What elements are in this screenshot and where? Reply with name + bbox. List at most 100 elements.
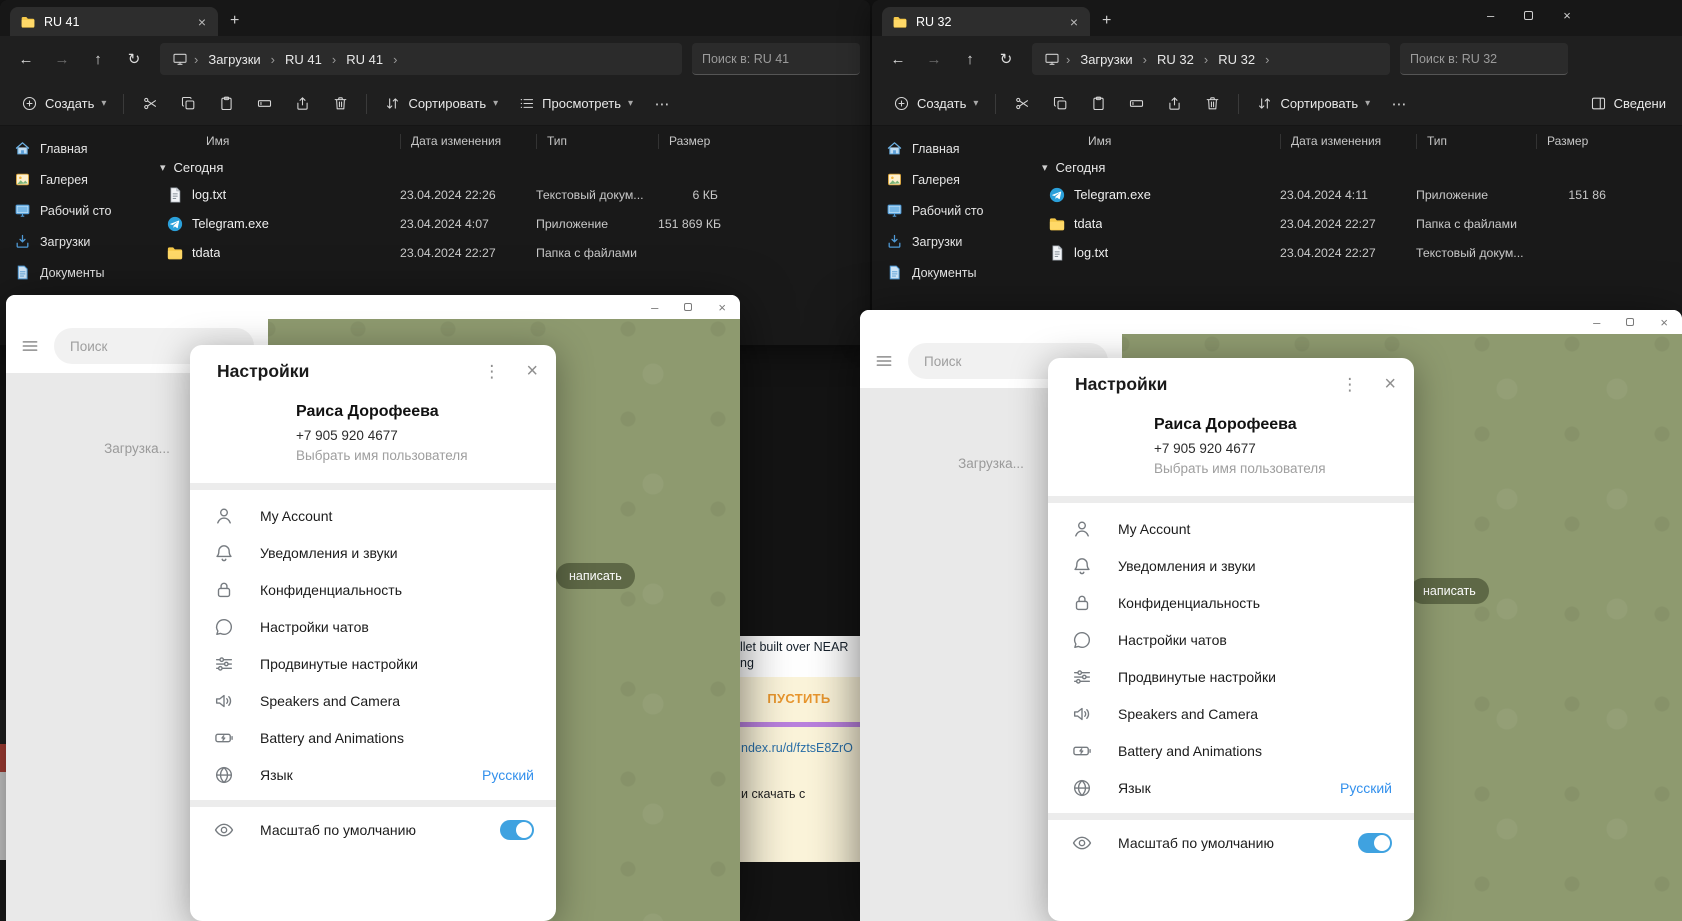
more-menu-icon[interactable] [1337,375,1362,395]
cut-button[interactable] [1004,88,1040,120]
file-row[interactable]: Telegram.exe 23.04.2024 4:07 Приложение … [150,209,870,238]
more-menu-icon[interactable] [479,362,504,382]
up-button[interactable] [954,44,986,74]
paste-button[interactable] [1080,88,1116,120]
explorer-tab[interactable]: RU 32 [882,7,1090,36]
settings-menu-item[interactable]: Язык Русский [1048,769,1414,806]
minimize-button[interactable] [1593,315,1600,330]
back-button[interactable] [10,44,42,74]
refresh-button[interactable] [990,44,1022,74]
group-header-today[interactable]: Сегодня [1032,154,1682,180]
column-header-size[interactable]: Размер [658,134,718,149]
zoom-toggle[interactable] [1358,833,1392,853]
close-icon[interactable] [1384,373,1396,396]
new-tab-button[interactable] [230,12,239,30]
sidebar-item[interactable]: Рабочий сто [6,196,144,225]
column-header-date[interactable]: Дата изменения [1280,134,1416,149]
default-zoom-row[interactable]: Масштаб по умолчанию [190,807,556,853]
back-button[interactable] [882,44,914,74]
maximize-button[interactable] [684,303,692,311]
file-row[interactable]: tdata 23.04.2024 22:27 Папка с файлами [150,238,870,267]
cut-button[interactable] [132,88,168,120]
search-input[interactable]: Поиск в: RU 32 [1400,43,1568,75]
copy-button[interactable] [1042,88,1078,120]
settings-menu-item[interactable]: Speakers and Camera [1048,695,1414,732]
view-button[interactable]: Просмотреть [509,89,642,118]
sidebar-item[interactable]: Галерея [878,165,1026,194]
column-header-name[interactable]: Имя [1032,134,1280,149]
delete-button[interactable] [1194,88,1230,120]
create-button[interactable]: Создать [12,89,115,118]
column-header-type[interactable]: Тип [536,134,658,149]
sidebar-item[interactable]: Документы [6,258,144,287]
column-header-type[interactable]: Тип [1416,134,1536,149]
settings-menu-item[interactable]: Язык Русский [190,756,556,793]
sidebar-item[interactable]: Загрузки [6,227,144,256]
new-tab-button[interactable] [1102,12,1111,30]
share-button[interactable] [1156,88,1192,120]
maximize-button[interactable] [1626,318,1634,326]
settings-menu-item[interactable]: My Account [190,497,556,534]
bot-start-button[interactable]: ПУСТИТЬ [738,691,860,706]
sort-button[interactable]: Сортировать [1247,89,1379,118]
breadcrumb-item[interactable]: RU 41 [342,50,387,69]
delete-button[interactable] [322,88,358,120]
settings-menu-item[interactable]: Конфиденциальность [1048,584,1414,621]
paste-button[interactable] [208,88,244,120]
up-button[interactable] [82,44,114,74]
column-header-date[interactable]: Дата изменения [400,134,536,149]
address-bar[interactable]: Загрузки RU 41 RU 41 [160,43,682,75]
breadcrumb-item[interactable]: Загрузки [1076,50,1136,69]
settings-menu-item[interactable]: Battery and Animations [190,719,556,756]
menu-icon[interactable] [874,351,894,371]
close-icon[interactable] [526,360,538,383]
minimize-button[interactable] [1487,8,1494,23]
rename-button[interactable] [246,88,282,120]
settings-menu-item[interactable]: Продвинутые настройки [1048,658,1414,695]
address-bar[interactable]: Загрузки RU 32 RU 32 [1032,43,1390,75]
username-hint[interactable]: Выбрать имя пользователя [1154,461,1394,476]
settings-menu-item[interactable]: Настройки чатов [1048,621,1414,658]
forward-button[interactable] [46,44,78,74]
close-button[interactable] [1660,315,1668,330]
column-header-size[interactable]: Размер [1536,134,1606,149]
search-input[interactable]: Поиск в: RU 41 [692,43,860,75]
create-button[interactable]: Создать [884,89,987,118]
file-row[interactable]: Telegram.exe 23.04.2024 4:11 Приложение … [1032,180,1682,209]
rename-button[interactable] [1118,88,1154,120]
sidebar-item[interactable]: Документы [878,258,1026,287]
compose-button[interactable]: написать [556,563,635,589]
sidebar-item[interactable]: Главная [878,134,1026,163]
tab-close-icon[interactable] [196,14,208,30]
settings-menu-item[interactable]: Battery and Animations [1048,732,1414,769]
group-header-today[interactable]: Сегодня [150,154,870,180]
minimize-button[interactable] [651,300,658,315]
breadcrumb-item[interactable]: RU 32 [1214,50,1259,69]
settings-menu-item[interactable]: Продвинутые настройки [190,645,556,682]
forward-button[interactable] [918,44,950,74]
maximize-button[interactable] [1524,11,1533,20]
username-hint[interactable]: Выбрать имя пользователя [296,448,536,463]
refresh-button[interactable] [118,44,150,74]
settings-menu-item[interactable]: Конфиденциальность [190,571,556,608]
chat-link[interactable]: ndex.ru/d/fztsE8ZrO [738,741,860,755]
breadcrumb-item[interactable]: RU 41 [281,50,326,69]
sidebar-item[interactable]: Загрузки [878,227,1026,256]
sort-button[interactable]: Сортировать [375,89,507,118]
tab-close-icon[interactable] [1068,14,1080,30]
details-pane-button[interactable]: Сведени [1581,89,1675,118]
compose-button[interactable]: написать [1410,578,1489,604]
sidebar-item[interactable]: Главная [6,134,144,163]
more-options-button[interactable] [644,88,680,120]
close-button[interactable] [1563,8,1571,23]
close-button[interactable] [718,300,726,315]
menu-icon[interactable] [20,336,40,356]
settings-menu-item[interactable]: My Account [1048,510,1414,547]
settings-menu-item[interactable]: Настройки чатов [190,608,556,645]
column-header-name[interactable]: Имя [150,134,400,149]
breadcrumb-item[interactable]: Загрузки [204,50,264,69]
file-row[interactable]: log.txt 23.04.2024 22:27 Текстовый докум… [1032,238,1682,267]
breadcrumb-item[interactable]: RU 32 [1153,50,1198,69]
sidebar-item[interactable]: Рабочий сто [878,196,1026,225]
settings-menu-item[interactable]: Speakers and Camera [190,682,556,719]
